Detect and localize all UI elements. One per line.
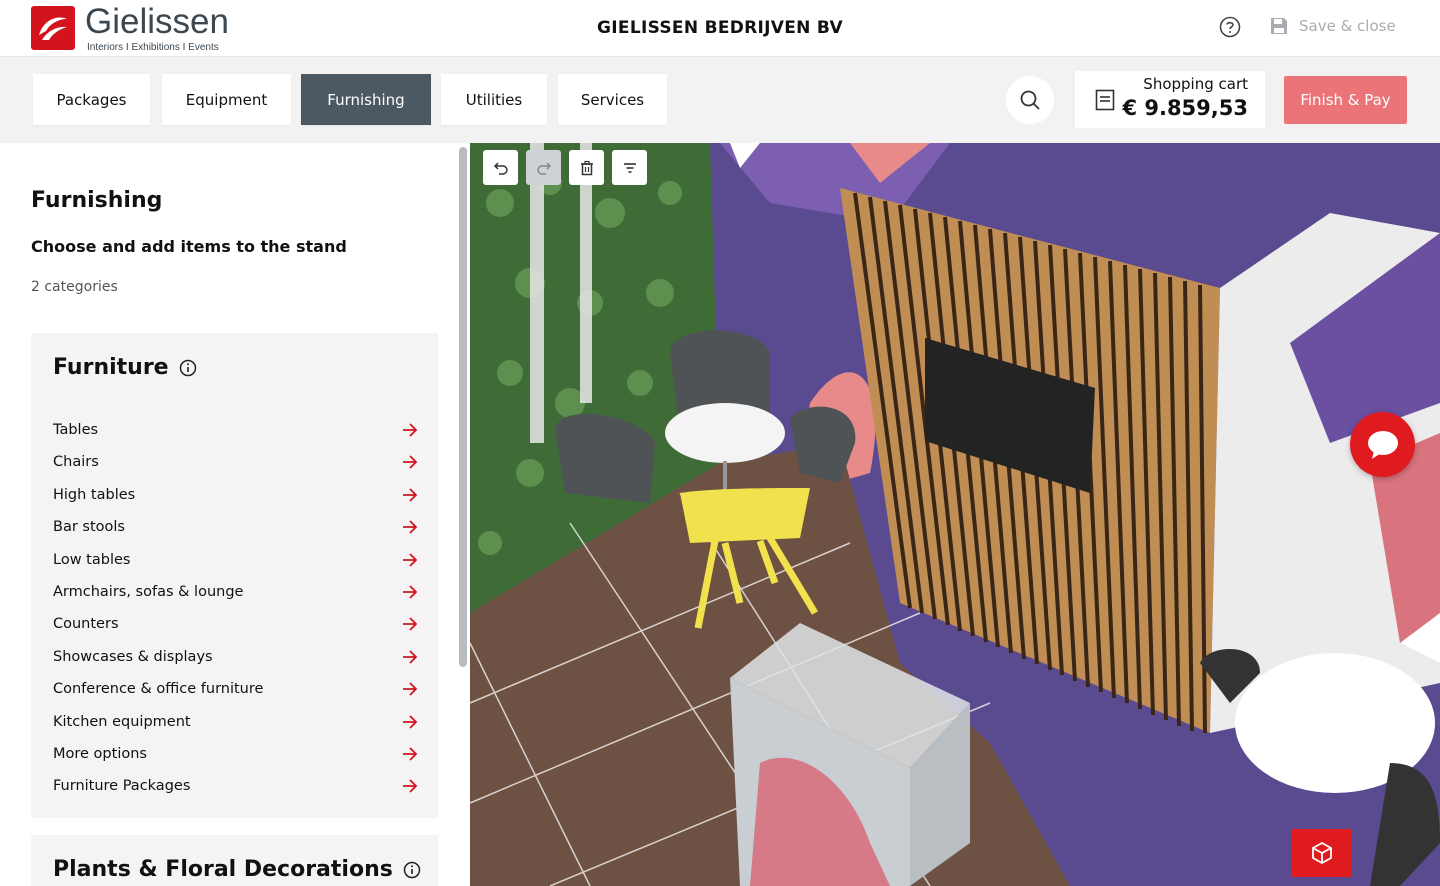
- category-item[interactable]: Counters: [53, 612, 419, 636]
- save-icon: [1271, 18, 1287, 34]
- logo-tagline: Interiors I Exhibitions I Events: [87, 42, 219, 53]
- panel-scrollbar[interactable]: [459, 147, 467, 667]
- category-title-text: Furniture: [53, 355, 169, 380]
- logo[interactable]: Gielissen Interiors I Exhibitions I Even…: [31, 2, 229, 53]
- search-button[interactable]: [1006, 76, 1054, 124]
- category-item-label: High tables: [53, 486, 136, 503]
- arrow-right-icon: [403, 617, 418, 632]
- redo-button[interactable]: [526, 150, 561, 185]
- category-item[interactable]: Armchairs, sofas & lounge: [53, 580, 419, 604]
- arrow-right-icon: [403, 455, 418, 470]
- tab-utilities[interactable]: Utilities: [441, 74, 547, 125]
- category-item[interactable]: Chairs: [53, 450, 419, 474]
- category-item[interactable]: Tables: [53, 418, 419, 442]
- search-icon: [1020, 90, 1040, 110]
- category-item-label: Counters: [53, 616, 119, 633]
- cube-icon: [1312, 841, 1332, 865]
- arrow-right-icon: [403, 488, 418, 502]
- arrow-right-icon: [403, 682, 418, 696]
- redo-icon: [536, 161, 551, 175]
- receipt-icon: [1095, 89, 1115, 111]
- category-item-label: More options: [53, 746, 147, 762]
- filter-icon: [623, 162, 636, 173]
- logo-mark-icon: [31, 6, 75, 50]
- category-item[interactable]: Low tables: [53, 548, 419, 572]
- category-item-label: Furniture Packages: [53, 778, 191, 795]
- save-close-button[interactable]: Save & close: [1270, 17, 1396, 35]
- undo-button[interactable]: [483, 150, 518, 185]
- view-3d-button[interactable]: [1292, 829, 1352, 877]
- left-panel: Furnishing Choose and add items to the s…: [0, 143, 470, 886]
- panel-title: Furnishing: [31, 188, 163, 213]
- tab-services[interactable]: Services: [558, 74, 667, 125]
- stand-3d-scene: [470, 143, 1440, 886]
- info-icon[interactable]: [179, 359, 197, 377]
- finish-pay-button[interactable]: Finish & Pay: [1284, 76, 1407, 124]
- tab-furnishing[interactable]: Furnishing: [301, 74, 431, 125]
- category-item-label: Low tables: [53, 551, 131, 568]
- category-item-label: Bar stools: [53, 519, 125, 536]
- arrow-right-icon: [403, 423, 418, 437]
- cart-total: € 9.859,53: [1122, 96, 1248, 120]
- category-item[interactable]: Bar stools: [53, 515, 419, 539]
- save-close-label: Save & close: [1299, 17, 1396, 35]
- filter-button[interactable]: [612, 150, 647, 185]
- arrow-right-icon: [403, 650, 418, 664]
- category-item[interactable]: More options: [53, 742, 419, 766]
- category-card-plants: Plants & Floral Decorations: [31, 835, 438, 886]
- category-title: Furniture: [53, 355, 197, 380]
- category-item[interactable]: High tables: [53, 483, 419, 507]
- info-icon[interactable]: [403, 861, 421, 879]
- category-item-label: Kitchen equipment: [53, 713, 191, 730]
- category-item[interactable]: Kitchen equipment: [53, 710, 419, 734]
- chat-bubble-icon: [1367, 430, 1398, 459]
- delete-button[interactable]: [569, 150, 604, 185]
- arrow-right-icon: [403, 520, 418, 534]
- panel-subtitle: Choose and add items to the stand: [31, 237, 347, 256]
- category-item-label: Conference & office furniture: [53, 681, 264, 698]
- undo-icon: [493, 161, 508, 175]
- top-bar: Gielissen Interiors I Exhibitions I Even…: [0, 0, 1440, 57]
- nav-bar: Packages Equipment Furnishing Utilities …: [0, 57, 1440, 143]
- help-icon[interactable]: [1219, 16, 1241, 38]
- category-item-label: Showcases & displays: [53, 648, 213, 665]
- tab-equipment[interactable]: Equipment: [162, 74, 291, 125]
- arrow-right-icon: [403, 747, 418, 761]
- arrow-right-icon: [403, 585, 418, 599]
- chat-button[interactable]: [1350, 412, 1415, 477]
- arrow-right-icon: [403, 714, 418, 729]
- category-title-text: Plants & Floral Decorations: [53, 857, 393, 882]
- category-title: Plants & Floral Decorations: [53, 857, 421, 882]
- category-item[interactable]: Showcases & displays: [53, 645, 419, 669]
- arrow-right-icon: [403, 552, 418, 567]
- cart-label: Shopping cart: [1143, 75, 1248, 93]
- category-item-label: Tables: [53, 422, 99, 438]
- category-card-furniture: Furniture Tables Chairs High tables Bar sto…: [31, 333, 438, 818]
- stand-3d-viewport[interactable]: [470, 143, 1440, 886]
- trash-icon: [580, 160, 593, 175]
- logo-name: Gielissen: [85, 2, 229, 41]
- category-item[interactable]: Conference & office furniture: [53, 677, 419, 701]
- category-item[interactable]: Furniture Packages: [53, 774, 419, 798]
- arrow-right-icon: [403, 779, 418, 794]
- category-item-label: Armchairs, sofas & lounge: [53, 584, 244, 600]
- shopping-cart[interactable]: Shopping cart € 9.859,53: [1075, 71, 1265, 128]
- tab-packages[interactable]: Packages: [33, 74, 150, 125]
- category-item-label: Chairs: [53, 454, 99, 471]
- category-count: 2 categories: [31, 279, 118, 295]
